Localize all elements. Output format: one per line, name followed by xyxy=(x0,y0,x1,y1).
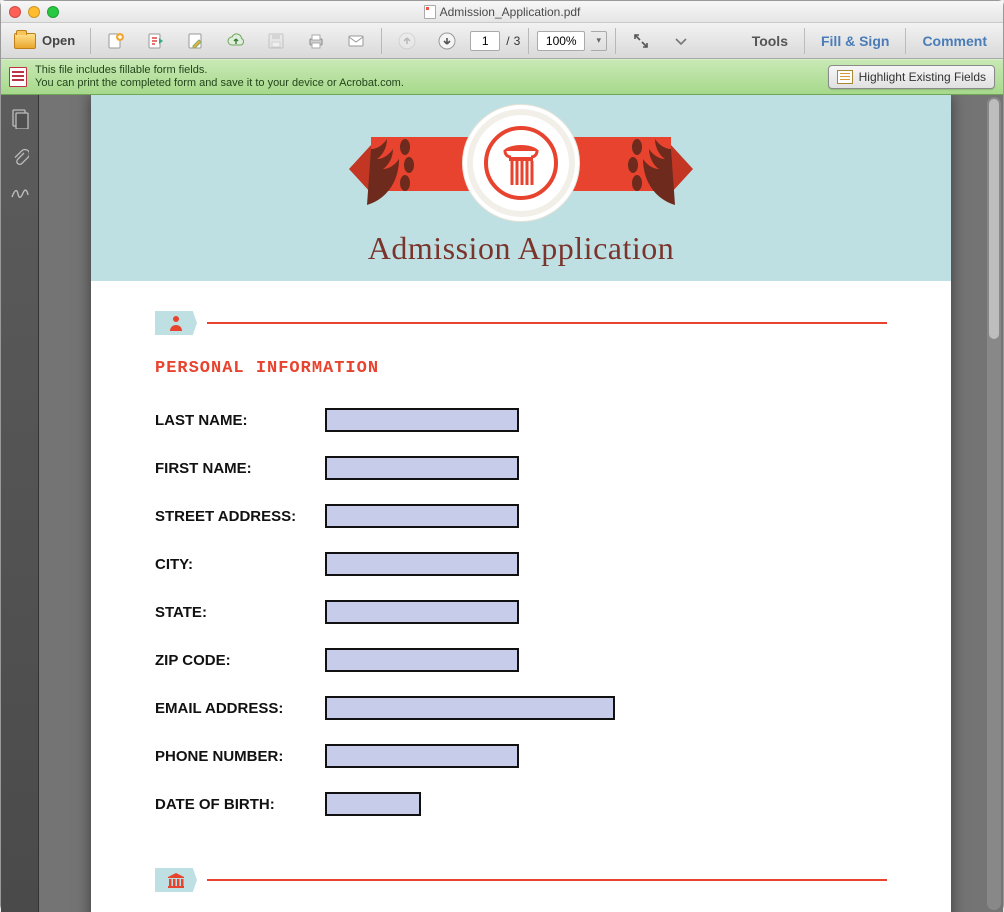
signature-icon xyxy=(10,185,30,201)
section-badge xyxy=(155,868,197,892)
edit-pdf-button[interactable] xyxy=(179,28,213,54)
cloud-upload-button[interactable] xyxy=(219,28,253,54)
section-rule-line xyxy=(207,879,887,881)
attachments-panel-button[interactable] xyxy=(11,147,29,167)
paperclip-icon xyxy=(11,147,29,167)
page-thumbnails-icon xyxy=(11,109,29,129)
zoom-dropdown[interactable]: ▾ xyxy=(591,31,607,51)
arrow-up-icon xyxy=(397,31,417,51)
field-first-name: FIRST NAME: xyxy=(155,444,887,492)
zoom-input[interactable] xyxy=(537,31,585,51)
scrollbar-thumb[interactable] xyxy=(989,99,999,339)
last-name-input[interactable] xyxy=(325,408,519,432)
field-zip-code: ZIP CODE: xyxy=(155,636,887,684)
export-pdf-icon xyxy=(146,31,166,51)
email-button[interactable] xyxy=(339,28,373,54)
personal-form: LAST NAME: FIRST NAME: STREET ADDRESS: C… xyxy=(155,396,887,828)
city-input[interactable] xyxy=(325,552,519,576)
toolbar-separator xyxy=(381,28,382,54)
open-button-label: Open xyxy=(42,33,75,48)
toolbar-separator xyxy=(528,28,529,54)
column-icon xyxy=(499,139,543,187)
save-button[interactable] xyxy=(259,28,293,54)
pdf-file-icon xyxy=(424,5,436,19)
fit-window-button[interactable] xyxy=(624,28,658,54)
field-state: STATE: xyxy=(155,588,887,636)
create-pdf-icon xyxy=(106,31,126,51)
document-viewport[interactable]: Admission Application PERSONAL INFORMATI… xyxy=(39,95,1003,912)
street-address-input[interactable] xyxy=(325,504,519,528)
form-icon xyxy=(9,67,27,87)
field-date-of-birth: DATE OF BIRTH: xyxy=(155,780,887,828)
highlight-fields-icon xyxy=(837,70,853,84)
toolbar-separator xyxy=(905,28,906,54)
fill-sign-panel-button[interactable]: Fill & Sign xyxy=(811,23,899,59)
printer-icon xyxy=(306,31,326,51)
header-crest xyxy=(467,109,575,217)
toolbar: Open / 3 ▾ Tools Fill & Sig xyxy=(1,23,1003,59)
vertical-scrollbar[interactable] xyxy=(987,97,1001,910)
folder-open-icon xyxy=(14,33,36,49)
toolbar-separator xyxy=(90,28,91,54)
section-rule-line xyxy=(207,322,887,324)
cloud-upload-icon xyxy=(226,31,246,51)
state-input[interactable] xyxy=(325,600,519,624)
section-personal-information: PERSONAL INFORMATION LAST NAME: FIRST NA… xyxy=(91,281,951,838)
zip-code-input[interactable] xyxy=(325,648,519,672)
print-button[interactable] xyxy=(299,28,333,54)
window-title-bar: Admission_Application.pdf xyxy=(1,1,1003,23)
page-total: / 3 xyxy=(506,34,520,48)
document-body: Admission Application PERSONAL INFORMATI… xyxy=(1,95,1003,912)
chevron-down-icon: ▾ xyxy=(597,35,602,46)
nav-sidebar xyxy=(1,95,39,912)
create-pdf-button[interactable] xyxy=(99,28,133,54)
field-last-name: LAST NAME: xyxy=(155,396,887,444)
page-down-button[interactable] xyxy=(430,28,464,54)
document-title: Admission Application xyxy=(91,230,951,267)
field-street-address: STREET ADDRESS: xyxy=(155,492,887,540)
toolbar-separator xyxy=(615,28,616,54)
page-up-button[interactable] xyxy=(390,28,424,54)
expand-icon xyxy=(631,31,651,51)
form-info-text: This file includes fillable form fields.… xyxy=(35,64,404,90)
date-of-birth-input[interactable] xyxy=(325,792,421,816)
tools-panel-button[interactable]: Tools xyxy=(742,23,798,59)
thumbnails-panel-button[interactable] xyxy=(11,109,29,129)
pdf-page: Admission Application PERSONAL INFORMATI… xyxy=(91,95,951,912)
open-button[interactable]: Open xyxy=(7,28,82,54)
section-title: PERSONAL INFORMATION xyxy=(155,359,887,378)
laurel-right-icon xyxy=(625,129,681,213)
phone-number-input[interactable] xyxy=(325,744,519,768)
section-badge xyxy=(155,311,197,335)
export-pdf-button[interactable] xyxy=(139,28,173,54)
page-number-input[interactable] xyxy=(470,31,500,51)
floppy-save-icon xyxy=(266,31,286,51)
field-city: CITY: xyxy=(155,540,887,588)
envelope-icon xyxy=(346,31,366,51)
window-title-text: Admission_Application.pdf xyxy=(440,5,581,19)
person-icon xyxy=(167,314,185,332)
building-icon xyxy=(166,872,186,888)
arrow-down-icon xyxy=(437,31,457,51)
comment-panel-button[interactable]: Comment xyxy=(912,23,997,59)
pencil-page-icon xyxy=(186,31,206,51)
chevron-down-icon xyxy=(671,31,691,51)
toolbar-separator xyxy=(804,28,805,54)
first-name-input[interactable] xyxy=(325,456,519,480)
laurel-left-icon xyxy=(361,129,417,213)
signatures-panel-button[interactable] xyxy=(10,185,30,201)
field-phone-number: PHONE NUMBER: xyxy=(155,732,887,780)
section-education: EDUCATION xyxy=(91,838,951,912)
view-options-button[interactable] xyxy=(664,28,698,54)
highlight-fields-button[interactable]: Highlight Existing Fields xyxy=(828,65,995,89)
email-address-input[interactable] xyxy=(325,696,615,720)
document-header: Admission Application xyxy=(91,95,951,281)
window-title: Admission_Application.pdf xyxy=(1,5,1003,19)
field-email-address: EMAIL ADDRESS: xyxy=(155,684,887,732)
form-info-bar: This file includes fillable form fields.… xyxy=(1,59,1003,95)
